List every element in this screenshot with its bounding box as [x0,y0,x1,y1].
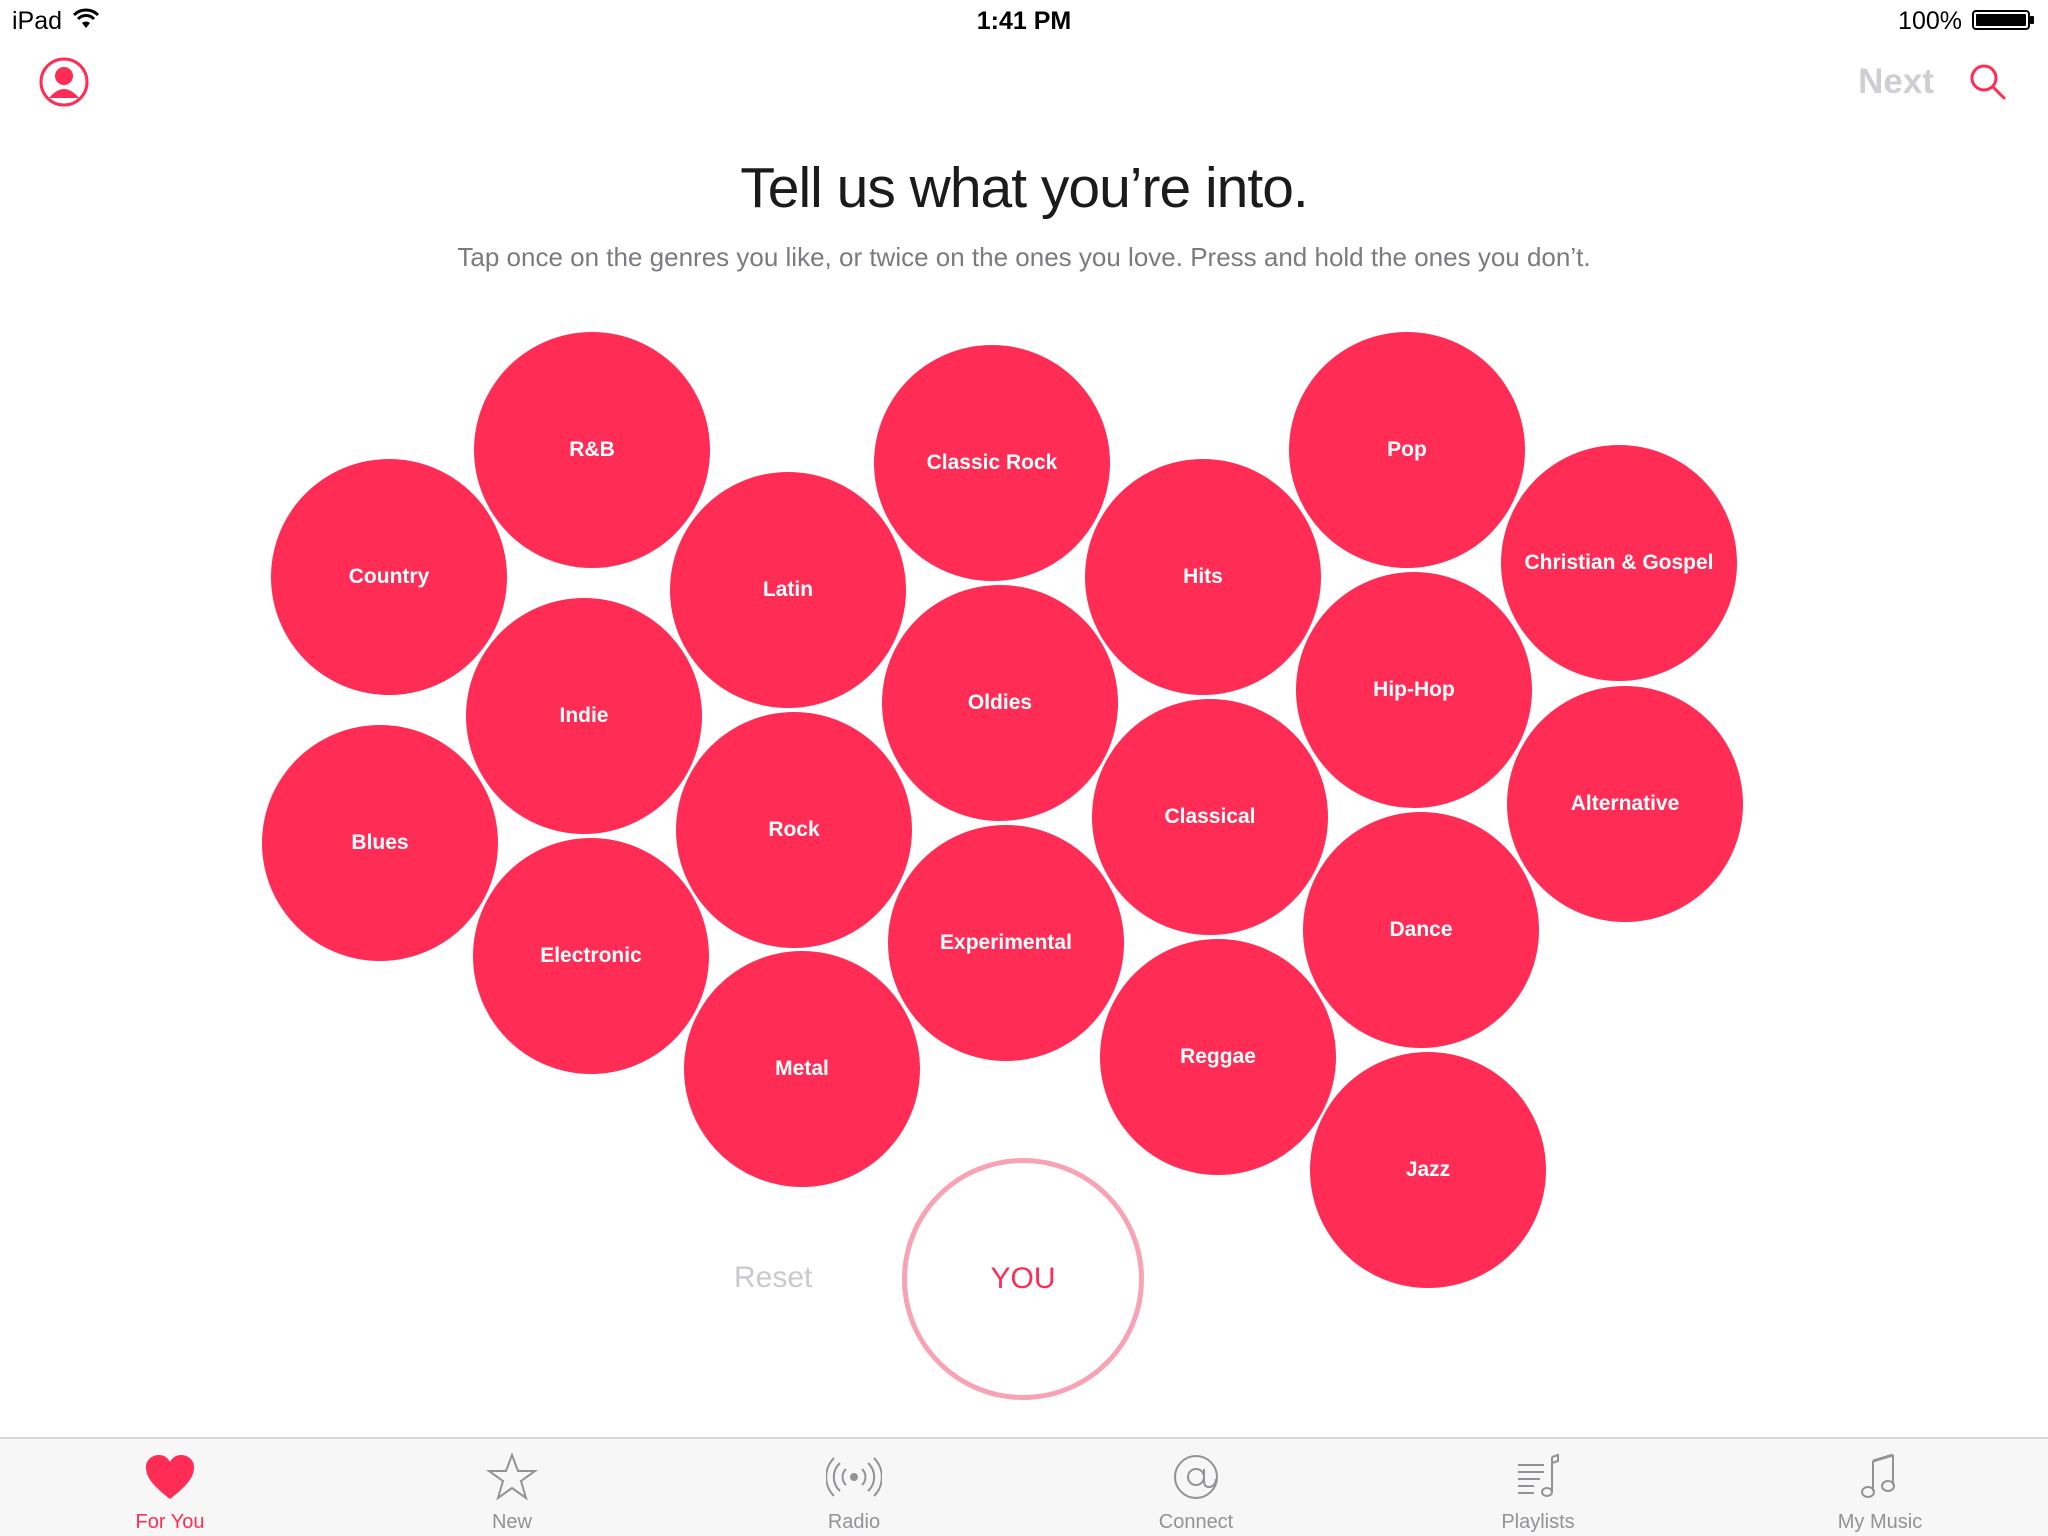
genre-bubble-oldies[interactable]: Oldies [882,585,1118,821]
genre-bubble-dance[interactable]: Dance [1303,812,1539,1048]
battery-icon [1972,10,2034,30]
profile-icon[interactable] [38,56,90,108]
genre-label: Alternative [1570,792,1680,815]
tab-bar: For You New Radio Connect Playlists My M… [0,1437,2048,1536]
you-bubble[interactable]: YOU [902,1158,1144,1400]
genre-bubble-classical[interactable]: Classical [1092,699,1328,935]
genre-bubble-blues[interactable]: Blues [262,725,498,961]
tab-new[interactable]: New [412,1439,612,1536]
genre-bubble-latin[interactable]: Latin [670,472,906,708]
genre-label: Indie [559,704,609,727]
genre-bubble-country[interactable]: Country [271,459,507,695]
genre-label: Oldies [967,691,1033,714]
you-label: YOU [990,1262,1056,1295]
tab-for-you[interactable]: For You [70,1439,270,1536]
genre-label: Dance [1389,918,1453,941]
at-sign-icon [1174,1455,1218,1499]
genre-label: Reggae [1180,1045,1256,1068]
genre-bubble-metal[interactable]: Metal [684,951,920,1187]
tab-label: Connect [1158,1511,1234,1533]
genre-bubble-reggae[interactable]: Reggae [1100,939,1336,1175]
reset-button[interactable]: Reset [734,1261,812,1295]
genre-bubble-christian-and-gospel[interactable]: Christian & Gospel [1501,445,1737,681]
genre-bubble-rock[interactable]: Rock [676,712,912,948]
genre-bubble-hits[interactable]: Hits [1085,459,1321,695]
screen: iPad 1:41 PM 100% Next Tell us what you’… [0,0,2048,1536]
tab-radio[interactable]: Radio [754,1439,954,1536]
genre-bubble-pop[interactable]: Pop [1289,332,1525,568]
genre-bubble-randb[interactable]: R&B [474,332,710,568]
genre-bubble-electronic[interactable]: Electronic [473,838,709,1074]
page-subtitle: Tap once on the genres you like, or twic… [457,242,1591,272]
genre-label: Country [348,565,430,588]
next-button[interactable]: Next [1858,62,1934,102]
status-time: 1:41 PM [976,7,1072,35]
star-icon [485,1452,539,1501]
status-bar: iPad 1:41 PM 100% [0,0,2048,40]
genre-label: Latin [762,578,814,601]
playlist-icon [1518,1453,1559,1497]
genre-label: Classic Rock [926,451,1058,474]
genre-label: Rock [768,818,820,841]
genre-bubble-experimental[interactable]: Experimental [888,825,1124,1061]
tab-label: Radio [827,1511,881,1533]
page-title: Tell us what you’re into. [740,156,1308,220]
genre-label: Metal [775,1057,829,1080]
genre-bubble-jazz[interactable]: Jazz [1310,1052,1546,1288]
genre-label: Pop [1387,438,1427,461]
genre-bubble-classic-rock[interactable]: Classic Rock [874,345,1110,581]
genre-label: Jazz [1405,1158,1451,1181]
music-note-icon [1861,1453,1895,1498]
genre-label: Christian & Gospel [1524,551,1714,574]
genre-bubble-alternative[interactable]: Alternative [1507,686,1743,922]
radio-icon [826,1457,882,1497]
tab-my-music[interactable]: My Music [1780,1439,1980,1536]
tab-label: For You [135,1511,205,1533]
tab-connect[interactable]: Connect [1096,1439,1296,1536]
tab-label: New [491,1511,532,1533]
genre-label: Hip-Hop [1373,678,1455,701]
tab-label: My Music [1837,1511,1923,1533]
genre-label: Blues [351,831,409,854]
search-icon[interactable] [1968,62,2008,102]
genre-label: R&B [569,438,615,461]
genre-bubble-hip-hop[interactable]: Hip-Hop [1296,572,1532,808]
genre-label: Classical [1164,805,1256,828]
genre-label: Hits [1183,565,1223,588]
genre-label: Electronic [540,944,642,967]
genre-bubble-indie[interactable]: Indie [466,598,702,834]
tab-label: Playlists [1501,1511,1575,1533]
genre-label: Experimental [940,931,1072,954]
tab-playlists[interactable]: Playlists [1438,1439,1638,1536]
heart-icon [146,1455,194,1499]
battery-percent: 100% [1898,7,1962,35]
